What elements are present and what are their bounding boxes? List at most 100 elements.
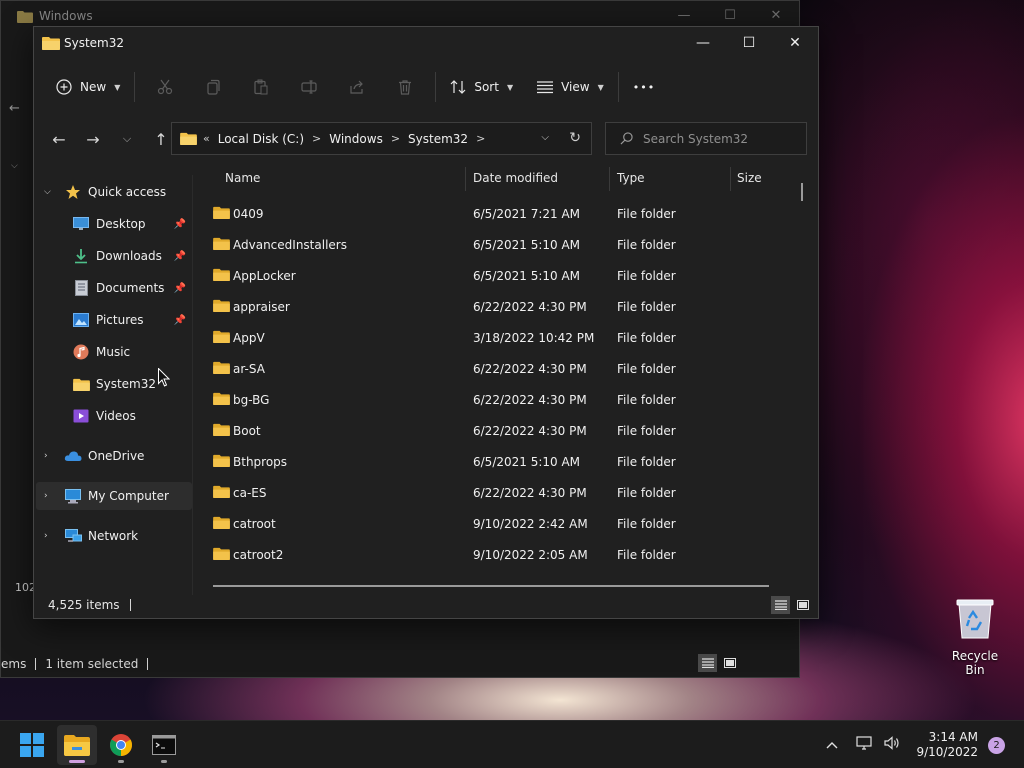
cut-icon[interactable] — [141, 71, 189, 103]
sidebar-item-videos[interactable]: Videos — [34, 402, 190, 430]
table-row[interactable]: Boot 6/22/2022 4:30 PM File folder — [197, 416, 797, 447]
background-back-arrow-icon[interactable]: ← — [9, 101, 20, 116]
address-bar[interactable]: « Local Disk (C:) > Windows > System32 >… — [171, 122, 592, 155]
close-button[interactable]: ✕ — [772, 27, 818, 59]
command-bar: New ▼ Sort ▼ View ▼ ••• — [34, 65, 818, 109]
sidebar-item-documents[interactable]: Documents 📌 — [34, 274, 190, 302]
table-row[interactable]: AdvancedInstallers 6/5/2021 5:10 AM File f… — [197, 230, 797, 261]
file-name: catroot — [233, 517, 276, 531]
rename-icon[interactable] — [285, 71, 333, 103]
start-button[interactable] — [12, 725, 52, 765]
show-hidden-icons-chevron-icon[interactable] — [826, 738, 838, 753]
sidebar-item-my-computer[interactable]: › My Computer — [36, 482, 192, 510]
new-button[interactable]: New ▼ — [48, 71, 128, 103]
expand-chevron-icon[interactable]: › — [44, 531, 48, 541]
breadcrumb-windows[interactable]: Windows — [329, 132, 383, 146]
column-separator[interactable] — [609, 167, 610, 191]
table-row[interactable]: bg-BG 6/22/2022 4:30 PM File folder — [197, 385, 797, 416]
sidebar-item-label: Pictures — [96, 313, 144, 327]
maximize-button[interactable]: ☐ — [726, 27, 772, 59]
back-arrow-icon[interactable]: ← — [42, 130, 76, 149]
taskbar-file-explorer[interactable] — [57, 725, 97, 765]
details-view-icon[interactable] — [698, 654, 717, 672]
breadcrumb-system32[interactable]: System32 — [408, 132, 468, 146]
forward-arrow-icon[interactable]: → — [76, 130, 110, 149]
column-separator[interactable] — [465, 167, 466, 191]
share-icon[interactable] — [333, 71, 381, 103]
recent-locations-chevron-icon[interactable]: ⌵ — [110, 132, 144, 146]
running-indicator — [118, 760, 124, 763]
table-row[interactable]: Bthprops 6/5/2021 5:10 AM File folder — [197, 447, 797, 478]
tiles-view-icon[interactable] — [720, 654, 739, 672]
table-row[interactable]: ca-ES 6/22/2022 4:30 PM File folder — [197, 478, 797, 509]
pin-icon[interactable]: 📌 — [174, 283, 186, 294]
horizontal-scrollbar[interactable] — [213, 585, 769, 587]
volume-icon[interactable] — [884, 736, 900, 754]
breadcrumb-chevron-icon[interactable]: > — [391, 132, 400, 145]
minimize-button[interactable]: — — [680, 27, 726, 59]
sidebar-item-quick-access[interactable]: ⌵ Quick access — [34, 178, 190, 206]
column-header-type[interactable]: Type — [617, 171, 645, 185]
taskbar: 3:14 AM 9/10/2022 2 — [0, 720, 1024, 768]
paste-icon[interactable] — [237, 71, 285, 103]
breadcrumb-local-disk[interactable]: Local Disk (C:) — [218, 132, 304, 146]
pin-icon[interactable]: 📌 — [174, 315, 186, 326]
table-row[interactable]: catroot 9/10/2022 2:42 AM File folder — [197, 509, 797, 540]
status-separator — [129, 599, 131, 611]
table-row[interactable]: catroot2 9/10/2022 2:05 AM File folder — [197, 540, 797, 571]
copy-icon[interactable] — [189, 71, 237, 103]
delete-icon[interactable] — [381, 71, 429, 103]
clock[interactable]: 3:14 AM 9/10/2022 — [916, 730, 978, 760]
background-close-button[interactable]: ✕ — [753, 5, 799, 27]
sidebar-item-downloads[interactable]: Downloads 📌 — [34, 242, 190, 270]
pin-icon[interactable]: 📌 — [174, 251, 186, 262]
column-header-name[interactable]: Name — [225, 171, 260, 185]
sidebar-item-pictures[interactable]: Pictures 📌 — [34, 306, 190, 334]
refresh-icon[interactable]: ↻ — [569, 130, 581, 146]
taskbar-chrome[interactable] — [101, 725, 141, 765]
expand-chevron-icon[interactable]: ⌵ — [44, 187, 51, 197]
pane-divider[interactable] — [192, 175, 193, 595]
recycle-bin-desktop-icon[interactable]: Recycle Bin — [942, 596, 1008, 677]
column-separator[interactable] — [730, 167, 731, 191]
column-header-size[interactable]: Size — [737, 171, 762, 185]
pin-icon[interactable]: 📌 — [174, 219, 186, 230]
overflow-icon[interactable]: « — [203, 132, 210, 145]
breadcrumb-chevron-icon[interactable]: > — [476, 132, 485, 145]
notification-badge[interactable]: 2 — [988, 736, 1005, 754]
view-button[interactable]: View ▼ — [529, 71, 612, 103]
search-box[interactable] — [605, 122, 807, 155]
expand-chevron-icon[interactable]: › — [44, 491, 48, 501]
tiles-view-icon[interactable] — [793, 596, 812, 614]
more-options-button[interactable]: ••• — [625, 71, 663, 103]
taskbar-terminal[interactable] — [144, 725, 184, 765]
column-header-date[interactable]: Date modified — [473, 171, 558, 185]
table-row[interactable]: AppLocker 6/5/2021 5:10 AM File folder — [197, 261, 797, 292]
network-status-icon[interactable] — [856, 736, 873, 754]
details-view-icon[interactable] — [771, 596, 790, 614]
sidebar-item-network[interactable]: › Network — [34, 522, 190, 550]
table-row[interactable]: 0409 6/5/2021 7:21 AM File folder — [197, 199, 797, 230]
file-name: appraiser — [233, 300, 290, 314]
background-minimize-button[interactable]: — — [661, 5, 707, 27]
background-maximize-button[interactable]: ☐ — [707, 5, 753, 27]
address-dropdown-icon[interactable]: ⌵ — [541, 132, 549, 143]
table-row[interactable]: AppV 3/18/2022 10:42 PM File folder — [197, 323, 797, 354]
vertical-scrollbar[interactable] — [801, 183, 803, 201]
sidebar-item-music[interactable]: Music — [34, 338, 190, 366]
file-date-modified: 6/22/2022 4:30 PM — [473, 362, 587, 376]
expand-chevron-icon[interactable]: › — [44, 451, 48, 461]
search-input[interactable] — [643, 131, 793, 146]
table-row[interactable]: appraiser 6/22/2022 4:30 PM File folder — [197, 292, 797, 323]
file-name: ar-SA — [233, 362, 265, 376]
breadcrumb-chevron-icon[interactable]: > — [312, 132, 321, 145]
file-explorer-window[interactable]: System32 — ☐ ✕ New ▼ Sort ▼ View ▼ ••• ←… — [33, 26, 819, 619]
sidebar-item-onedrive[interactable]: › OneDrive — [34, 442, 190, 470]
file-name: Bthprops — [233, 455, 288, 469]
file-type: File folder — [617, 486, 676, 500]
table-row[interactable]: ar-SA 6/22/2022 4:30 PM File folder — [197, 354, 797, 385]
background-chevron-down-icon[interactable]: ⌵ — [11, 161, 18, 171]
sort-button[interactable]: Sort ▼ — [442, 71, 521, 103]
toolbar-separator — [435, 72, 437, 102]
sidebar-item-desktop[interactable]: Desktop 📌 — [34, 210, 190, 238]
